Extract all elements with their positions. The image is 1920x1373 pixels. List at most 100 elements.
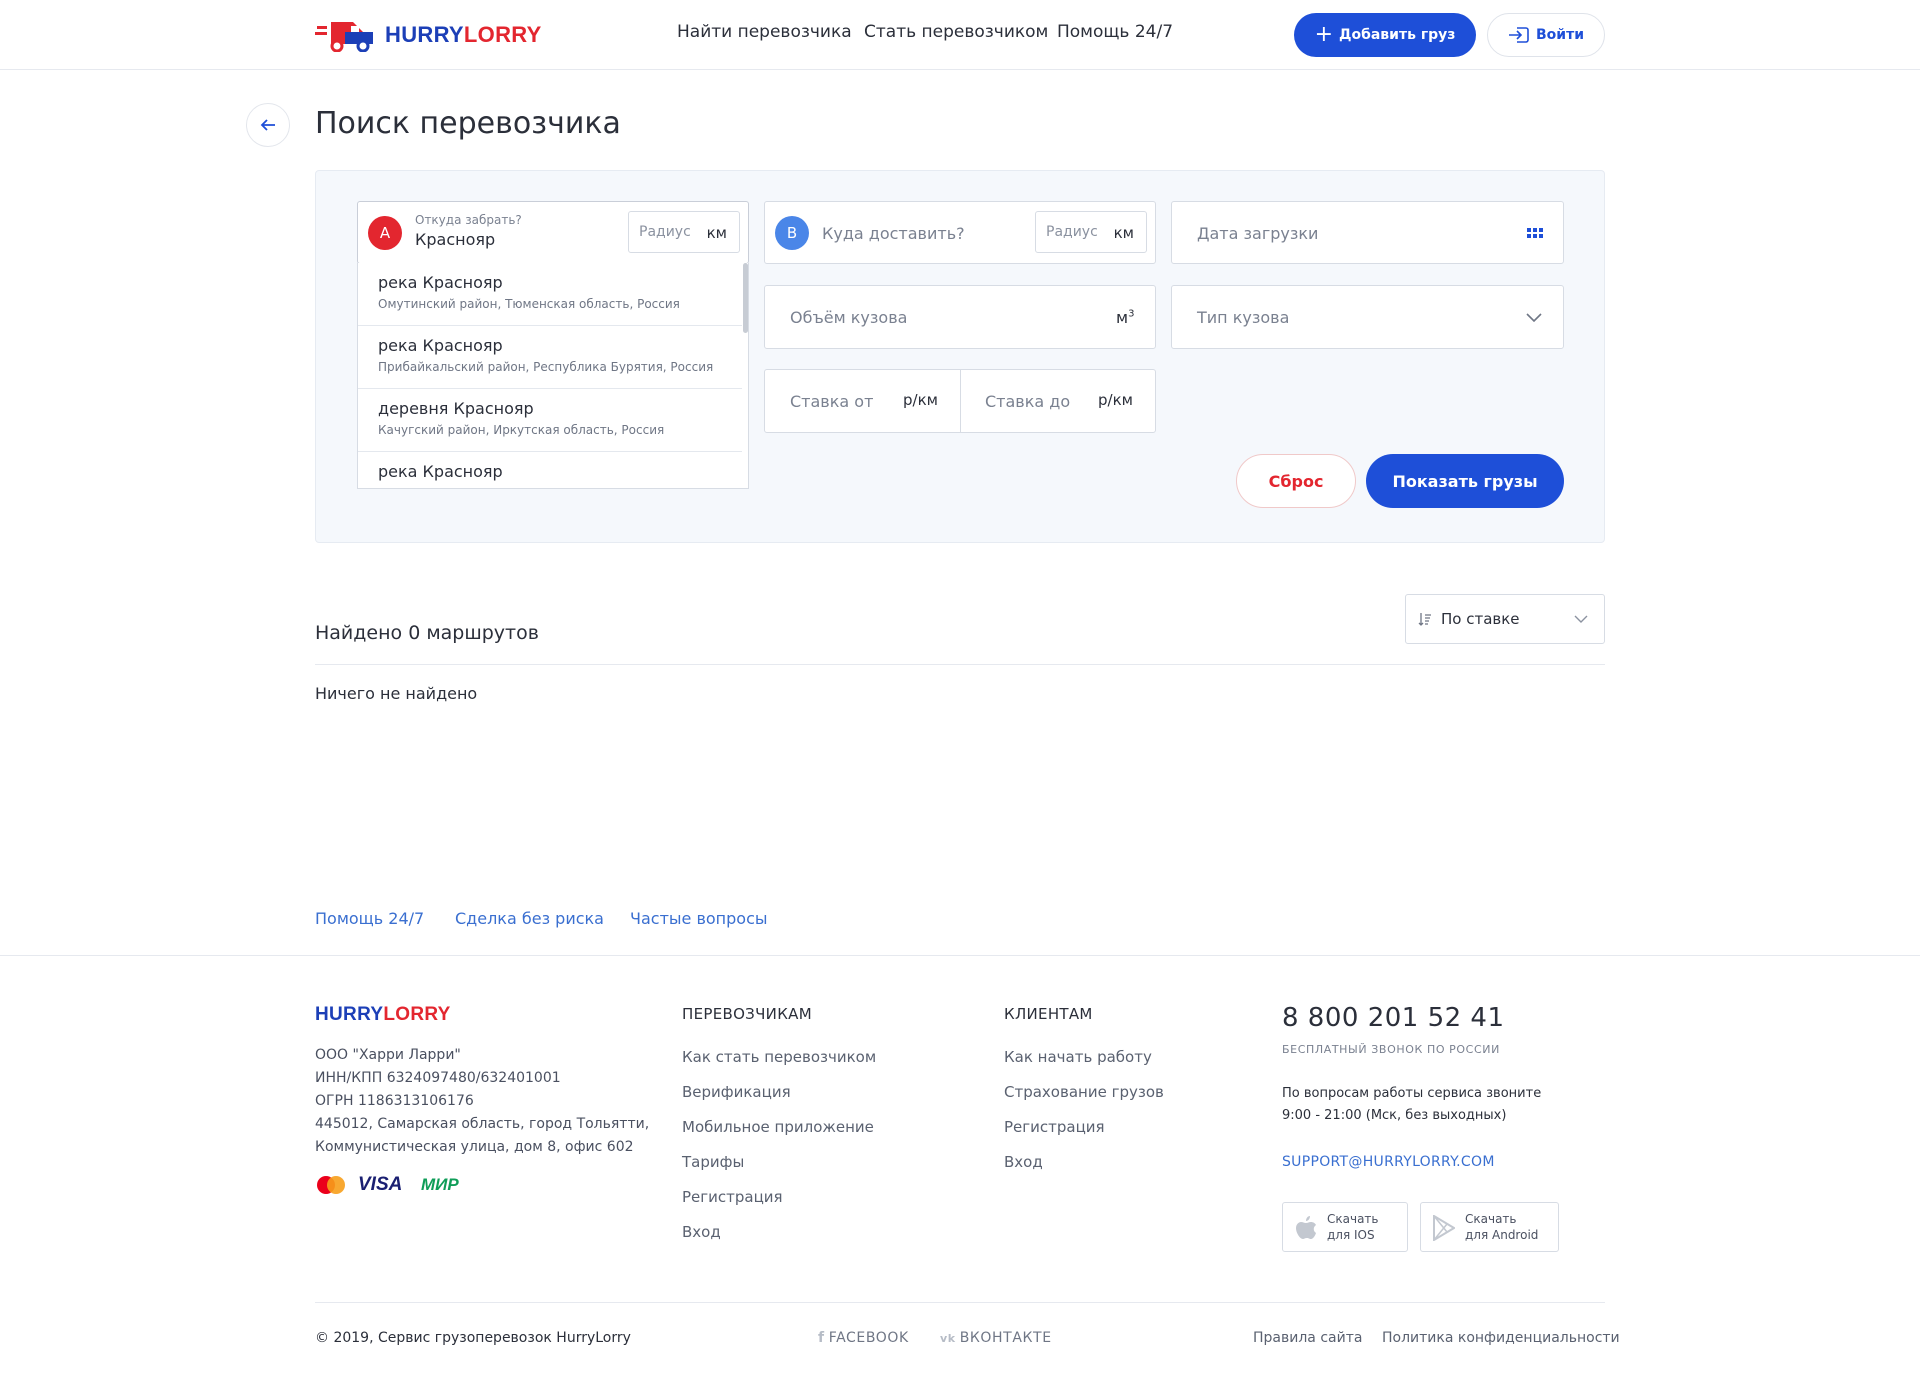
visa-icon: VISA — [358, 1174, 403, 1195]
suggestion-name: река Краснояр — [378, 336, 503, 355]
back-button[interactable] — [246, 103, 290, 147]
carriers-link[interactable]: Как стать перевозчиком — [682, 1048, 876, 1066]
suggestion-region: Качугский район, Иркутская область, Росс… — [378, 423, 665, 437]
suggestion-region: Прибайкальский район, Республика Бурятия… — [378, 360, 714, 374]
site-header: HURRYLORRY Найти перевозчика Стать перев… — [0, 0, 1920, 70]
carriers-link[interactable]: Верификация — [682, 1083, 791, 1101]
results-divider — [315, 664, 1605, 665]
clients-title: КЛИЕНТАМ — [1004, 1005, 1093, 1023]
clients-link[interactable]: Регистрация — [1004, 1118, 1105, 1136]
carriers-link[interactable]: Вход — [682, 1223, 721, 1241]
phone-note: БЕСПЛАТНЫЙ ЗВОНОК ПО РОССИИ — [1282, 1043, 1500, 1056]
chevron-down-icon — [1574, 615, 1588, 623]
suggestion-item[interactable]: деревня Краснояр Качугский район, Иркутс… — [358, 389, 742, 452]
page-title: Поиск перевозчика — [315, 106, 621, 141]
vk-link[interactable]: vk ВКОНТАКТЕ — [940, 1330, 1052, 1346]
clients-link[interactable]: Вход — [1004, 1153, 1043, 1171]
logo-text: HURRYLORRY — [385, 22, 542, 47]
suggestion-item[interactable]: река Краснояр — [358, 452, 742, 488]
rate-from-input[interactable]: Ставка от — [790, 392, 873, 411]
android-download-button[interactable]: Скачать для Android — [1420, 1202, 1559, 1252]
carriers-link[interactable]: Мобильное приложение — [682, 1118, 874, 1136]
suggestion-name: деревня Краснояр — [378, 399, 534, 418]
company-address-1: 445012, Самарская область, город Тольятт… — [315, 1116, 650, 1132]
hours-line-2: 9:00 - 21:00 (Мск, без выходных) — [1282, 1108, 1507, 1123]
ios-label: Скачать для IOS — [1327, 1212, 1379, 1242]
chevron-down-icon — [1526, 313, 1542, 322]
clients-link[interactable]: Страхование грузов — [1004, 1083, 1164, 1101]
site-rules-link[interactable]: Правила сайта — [1253, 1330, 1362, 1346]
link-faq[interactable]: Частые вопросы — [630, 909, 768, 928]
mir-icon: МИР — [421, 1175, 459, 1194]
facebook-link[interactable]: f FACEBOOK — [818, 1330, 909, 1346]
rate-to-input[interactable]: Ставка до — [985, 392, 1070, 411]
pin-a-icon: A — [368, 216, 402, 250]
body-type-placeholder: Тип кузова — [1197, 308, 1290, 327]
volume-unit: м3 — [1116, 308, 1135, 327]
from-field[interactable]: A Откуда забрать? Краснояр Радиус км — [357, 201, 749, 264]
nav-find-carrier[interactable]: Найти перевозчика — [677, 22, 852, 42]
plus-icon: + — [1314, 22, 1333, 47]
body-type-select[interactable]: Тип кузова — [1171, 285, 1564, 349]
to-radius-field[interactable]: Радиус км — [1035, 211, 1147, 253]
footer-divider — [0, 955, 1920, 956]
radius-unit: км — [706, 224, 727, 242]
nav-become-carrier[interactable]: Стать перевозчиком — [864, 22, 1048, 42]
privacy-policy-link[interactable]: Политика конфиденциальности — [1382, 1330, 1620, 1346]
rate-divider — [960, 370, 961, 432]
link-safe-deal[interactable]: Сделка без риска — [455, 909, 604, 928]
suggestion-item[interactable]: река Краснояр Омутинский район, Тюменска… — [358, 263, 742, 326]
login-label: Войти — [1535, 27, 1585, 43]
from-input[interactable]: Краснояр — [415, 230, 495, 249]
radius-placeholder: Радиус — [1046, 224, 1098, 240]
pin-b-icon: B — [775, 216, 809, 250]
radius-unit: км — [1113, 224, 1134, 242]
sort-label: По ставке — [1441, 610, 1520, 628]
volume-field[interactable]: Объём кузова м3 — [764, 285, 1156, 349]
facebook-icon: f — [818, 1330, 825, 1346]
nav-help[interactable]: Помощь 24/7 — [1057, 22, 1173, 42]
rate-from-unit: р/км — [903, 391, 938, 409]
support-phone[interactable]: 8 800 201 52 41 — [1282, 1003, 1505, 1033]
add-cargo-button[interactable]: + Добавить груз — [1294, 13, 1476, 57]
apple-icon — [1296, 1216, 1316, 1239]
from-radius-field[interactable]: Радиус км — [628, 211, 740, 253]
company-address-2: Коммунистическая улица, дом 8, офис 602 — [315, 1139, 634, 1155]
suggestion-name: река Краснояр — [378, 273, 503, 292]
company-name: ООО "Харри Ларри" — [315, 1047, 461, 1063]
to-input[interactable]: Куда доставить? — [822, 224, 965, 243]
to-field[interactable]: B Куда доставить? Радиус км — [764, 201, 1156, 264]
carriers-link[interactable]: Тарифы — [682, 1153, 744, 1171]
carriers-title: ПЕРЕВОЗЧИКАМ — [682, 1005, 812, 1023]
rate-group: Ставка от р/км Ставка до р/км — [764, 369, 1156, 433]
sort-select[interactable]: По ставке — [1405, 594, 1605, 644]
from-label: Откуда забрать? — [415, 213, 522, 227]
truck-logo-icon — [315, 22, 373, 52]
login-button[interactable]: Войти — [1487, 13, 1605, 57]
empty-message: Ничего не найдено — [315, 684, 478, 703]
radius-placeholder: Радиус — [639, 224, 691, 240]
reset-button[interactable]: Сброс — [1236, 454, 1356, 508]
dropdown-scrollbar[interactable] — [743, 263, 748, 333]
rate-to-unit: р/км — [1098, 391, 1133, 409]
suggestion-name: река Краснояр — [378, 462, 503, 481]
arrow-left-icon — [260, 119, 275, 131]
suggestion-region: Омутинский район, Тюменская область, Рос… — [378, 297, 680, 311]
volume-placeholder: Объём кузова — [790, 308, 908, 327]
load-date-field[interactable]: Дата загрузки — [1171, 201, 1564, 264]
show-cargo-button[interactable]: Показать грузы — [1366, 454, 1564, 508]
suggestion-item[interactable]: река Краснояр Прибайкальский район, Респ… — [358, 326, 742, 389]
ios-download-button[interactable]: Скачать для IOS — [1282, 1202, 1408, 1252]
link-help[interactable]: Помощь 24/7 — [315, 909, 424, 928]
support-email[interactable]: SUPPORT@HURRYLORRY.COM — [1282, 1154, 1495, 1170]
calendar-icon[interactable] — [1527, 228, 1543, 239]
android-label: Скачать для Android — [1465, 1212, 1539, 1242]
footer-bottom-divider — [315, 1302, 1605, 1303]
add-cargo-label: Добавить груз — [1339, 27, 1456, 43]
company-ogrn: ОГРН 1186313106176 — [315, 1093, 474, 1109]
mastercard-icon — [317, 1176, 345, 1194]
logo[interactable]: HURRYLORRY — [315, 16, 542, 54]
clients-link[interactable]: Как начать работу — [1004, 1048, 1152, 1066]
carriers-link[interactable]: Регистрация — [682, 1188, 783, 1206]
footer-logo[interactable]: HURRYLORRY — [315, 1004, 451, 1026]
